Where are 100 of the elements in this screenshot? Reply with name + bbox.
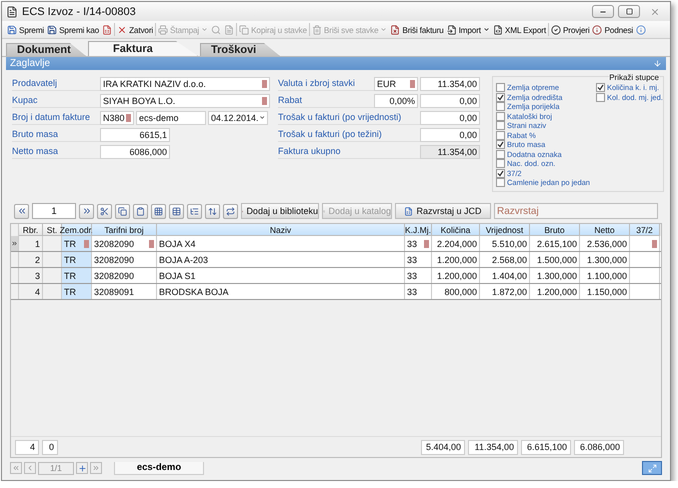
table-cell: 3 (19, 268, 43, 283)
tree-button[interactable] (187, 204, 202, 218)
input-field[interactable]: 6615,1 (100, 128, 170, 142)
add-button[interactable] (76, 462, 88, 474)
fit-button[interactable] (642, 461, 662, 475)
column-header[interactable]: Tarifni broj (92, 224, 157, 236)
sheet-tab[interactable]: ecs-demo (114, 462, 204, 474)
column-header[interactable]: Bruto (530, 224, 580, 236)
column-header[interactable]: Količina (432, 224, 480, 236)
input-field[interactable]: EUR (374, 76, 418, 90)
maximize-button[interactable] (618, 5, 640, 18)
column-header[interactable]: Rbr. (19, 224, 43, 236)
checkbox[interactable] (496, 168, 505, 178)
amount-field[interactable]: 0,00 (420, 94, 480, 108)
panel-title: Prikaži stupce (609, 73, 659, 82)
input-field[interactable]: ecs-demo (136, 110, 206, 124)
column-header[interactable]: K.J.Mj. (405, 224, 432, 236)
table-cell: 33 (405, 236, 432, 251)
table-cell: TR (62, 252, 92, 267)
toolbar-button[interactable]: Provjeri (550, 22, 590, 37)
refresh-button[interactable] (223, 204, 238, 218)
toolbar-button[interactable]: Zatvori (116, 22, 154, 37)
input-field[interactable]: 6086,000 (100, 144, 170, 158)
first-button[interactable] (14, 204, 29, 218)
checkbox[interactable] (496, 178, 505, 188)
expand-icon (648, 464, 656, 472)
input-field[interactable]: SIYAH BOYA L.O. (100, 94, 270, 108)
total-field: 6.086,000 (574, 440, 624, 454)
checkbox[interactable] (496, 102, 505, 112)
last-button[interactable] (90, 462, 102, 474)
window-title: ECS Izvoz - I/14-00803 (22, 6, 137, 18)
filter-field[interactable]: Razvrstaj (494, 203, 658, 219)
check-icon (550, 24, 561, 34)
tab[interactable]: Troškovi (200, 43, 280, 56)
checkbox[interactable] (496, 121, 505, 130)
amount-field[interactable]: 0,00 (420, 110, 480, 124)
tab[interactable]: Faktura (88, 41, 198, 56)
toolbar-button[interactable]: Dodaj u biblioteku (241, 203, 319, 219)
document-icon (224, 24, 234, 34)
table-cell: 33 (405, 284, 432, 299)
input-field[interactable]: N380 (100, 110, 134, 124)
section-title: Zaglavlje (10, 58, 50, 69)
spreadsheet-icon (102, 24, 112, 34)
trash-icon (312, 24, 322, 34)
total-field: 6.615,100 (521, 440, 571, 454)
table-cell (43, 268, 62, 283)
field-label: Faktura ukupno (278, 144, 420, 159)
page-field[interactable]: 1 (32, 203, 76, 219)
toolbar-button[interactable]: XML Export (492, 22, 547, 37)
checkbox[interactable] (596, 83, 605, 92)
column-header[interactable]: Netto (580, 224, 630, 236)
last-button[interactable] (79, 204, 94, 218)
table-cell: TR (62, 236, 92, 251)
checkbox[interactable] (496, 83, 505, 92)
table-cell: TR (62, 268, 92, 283)
toolbar-button[interactable]: Podnesi (591, 22, 634, 37)
checkbox[interactable] (496, 159, 505, 168)
toolbar-button[interactable]: Spremi kao (46, 22, 100, 37)
toolbar-button[interactable]: Razvrstaj u JCD (395, 203, 491, 219)
page-indicator: 1/1 (38, 462, 74, 474)
toolbar-button[interactable]: Import (446, 22, 491, 37)
sort-button[interactable] (205, 204, 220, 218)
double-chevron-left-icon (16, 206, 26, 216)
input-field[interactable]: 0,00% (374, 94, 418, 108)
copy-icon (239, 24, 250, 34)
toolbar-button[interactable]: Spremi (6, 22, 46, 37)
column-header[interactable]: Zem.odr. (62, 224, 92, 236)
paste-button[interactable] (133, 204, 148, 218)
cut-button[interactable] (97, 204, 112, 218)
checkbox[interactable] (596, 92, 605, 102)
caret-icon (258, 114, 265, 121)
grid-button[interactable] (151, 204, 166, 218)
checkbox[interactable] (496, 92, 505, 102)
column-header[interactable]: Vrijednost (480, 224, 530, 236)
first-button[interactable] (10, 462, 22, 474)
maximize-icon (626, 8, 632, 15)
checkbox[interactable] (496, 150, 505, 159)
checkbox[interactable] (496, 140, 505, 150)
table-cell: BOJA A-203 (157, 252, 405, 267)
column-header[interactable]: Naziv (157, 224, 405, 236)
table-cell: 2 (19, 252, 43, 267)
table-button[interactable] (169, 204, 184, 218)
table-cell: 32082090 (92, 236, 157, 251)
date-field[interactable]: 04.12.2014. (208, 110, 268, 124)
checkbox[interactable] (496, 130, 505, 140)
checkbox[interactable] (496, 112, 505, 121)
close-icon (117, 24, 128, 34)
amount-field[interactable]: 0,00 (420, 128, 480, 142)
scissors-icon (100, 206, 109, 216)
toolbar-button[interactable]: Briši fakturu (389, 22, 445, 37)
table-cell: BRODSKA BOJA (157, 284, 405, 299)
double-chevron-right-icon (82, 206, 92, 216)
copy-button[interactable] (115, 204, 130, 218)
amount-field[interactable]: 11.354,00 (420, 76, 480, 90)
total-field: 11.354,00 (468, 440, 518, 454)
column-header[interactable]: 37/2 (630, 224, 660, 236)
field-label: Trošak u fakturi (po vrijednosti) (278, 110, 420, 125)
collapse-icon[interactable] (653, 59, 662, 68)
tab[interactable]: Dokument (6, 43, 86, 56)
input-field[interactable]: IRA KRATKI NAZIV d.o.o. (100, 76, 270, 90)
